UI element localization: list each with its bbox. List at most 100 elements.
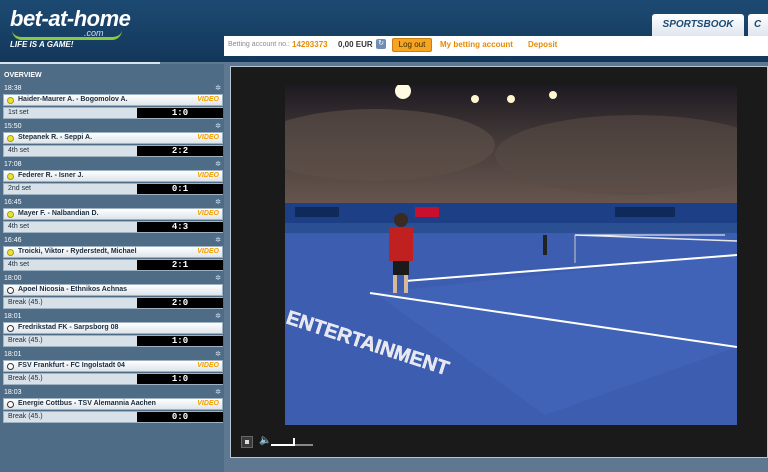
favorite-star-icon[interactable]: ✲ — [215, 388, 221, 397]
tennis-ball-icon — [7, 211, 14, 218]
favorite-star-icon[interactable]: ✲ — [215, 84, 221, 93]
match-score: 1:0 — [137, 374, 223, 384]
match-item[interactable]: 18:00 ✲ Apoel Nicosia - Ethnikos Achnas Bre… — [3, 274, 223, 311]
match-score: 2:0 — [137, 298, 223, 308]
match-name-row[interactable]: Mayer F. - Nalbandian D. VIDEO — [3, 208, 223, 220]
soccer-ball-icon — [7, 363, 14, 370]
my-betting-account-link[interactable]: My betting account — [440, 40, 513, 49]
match-status: 4th set — [8, 261, 30, 268]
live-video-stream[interactable]: ENTERTAINMENT — [285, 85, 737, 425]
favorite-star-icon[interactable]: ✲ — [215, 198, 221, 207]
match-name-row[interactable]: Federer R. - Isner J. VIDEO — [3, 170, 223, 182]
match-time: 18:00 — [4, 275, 22, 282]
stop-button[interactable] — [241, 436, 253, 448]
tennis-ball-icon — [7, 173, 14, 180]
match-name-row[interactable]: FSV Frankfurt - FC Ingolstadt 04 VIDEO — [3, 360, 223, 372]
match-name-row[interactable]: Troicki, Viktor - Ryderstedt, Michael VID… — [3, 246, 223, 258]
account-bar: Betting account no.: 14293373 0,00 EUR ↻… — [224, 36, 768, 56]
match-item[interactable]: 15:50 ✲ Stepanek R. - Seppi A. VIDEO 4th set… — [3, 122, 223, 159]
favorite-star-icon[interactable]: ✲ — [215, 274, 221, 283]
favorite-star-icon[interactable]: ✲ — [215, 122, 221, 131]
video-player: ENTERTAINMENT 🔈 — [230, 66, 768, 458]
match-status: Break (45.) — [8, 413, 43, 420]
match-item[interactable]: 18:03 ✲ Energie Cottbus - TSV Alemannia Aa… — [3, 388, 223, 425]
volume-slider[interactable] — [271, 435, 313, 447]
match-time: 16:46 — [4, 237, 22, 244]
match-name-row[interactable]: Haider-Maurer A. - Bogomolov A. VIDEO — [3, 94, 223, 106]
match-time: 18:03 — [4, 389, 22, 396]
match-info-row: 4th set 2:2 — [3, 145, 223, 157]
volume-icon[interactable]: 🔈 — [259, 435, 271, 447]
match-score: 0:0 — [137, 412, 223, 422]
match-name-row[interactable]: Fredrikstad FK - Sarpsborg 08 — [3, 322, 223, 334]
match-info-row: Break (45.) 1:0 — [3, 335, 223, 347]
favorite-star-icon[interactable]: ✲ — [215, 160, 221, 169]
tab-next[interactable]: C — [748, 14, 768, 36]
match-score: 4:3 — [137, 222, 223, 232]
account-balance: 0,00 EUR — [338, 40, 373, 49]
tab-sportsbook[interactable]: SPORTSBOOK — [652, 14, 744, 36]
match-name: Haider-Maurer A. - Bogomolov A. — [18, 96, 128, 103]
deposit-link[interactable]: Deposit — [528, 40, 557, 49]
player-controls: 🔈 — [235, 433, 765, 451]
refresh-balance-icon[interactable]: ↻ — [376, 39, 386, 49]
match-info-row: Break (45.) 0:0 — [3, 411, 223, 423]
match-name: Federer R. - Isner J. — [18, 172, 84, 179]
match-time: 18:01 — [4, 313, 22, 320]
match-status: 4th set — [8, 223, 30, 230]
tennis-broadcast-image: ENTERTAINMENT — [285, 85, 737, 425]
match-status: 1st set — [8, 109, 29, 116]
volume-fill — [271, 444, 295, 446]
match-info-row: 1st set 1:0 — [3, 107, 223, 119]
live-overview-panel: OVERVIEW 18:38 ✲ Haider-Maurer A. - Bogomo… — [0, 64, 224, 472]
favorite-star-icon[interactable]: ✲ — [215, 350, 221, 359]
match-item[interactable]: 16:46 ✲ Troicki, Viktor - Ryderstedt, Mich… — [3, 236, 223, 273]
match-score: 1:0 — [137, 108, 223, 118]
tennis-ball-icon — [7, 97, 14, 104]
match-score: 2:1 — [137, 260, 223, 270]
bet-at-home-logo[interactable]: bet-at-home .com — [10, 6, 131, 40]
match-item[interactable]: 18:38 ✲ Haider-Maurer A. - Bogomolov A. VID… — [3, 84, 223, 121]
match-status: 4th set — [8, 147, 30, 154]
favorite-star-icon[interactable]: ✲ — [215, 236, 221, 245]
account-number-label: Betting account no.: — [228, 41, 290, 48]
match-name-row[interactable]: Stepanek R. - Seppi A. VIDEO — [3, 132, 223, 144]
match-item[interactable]: 18:01 ✲ Fredrikstad FK - Sarpsborg 08 Break… — [3, 312, 223, 349]
match-name: Apoel Nicosia - Ethnikos Achnas — [18, 286, 128, 293]
slogan: LIFE IS A GAME! — [10, 40, 74, 49]
match-status: Break (45.) — [8, 375, 43, 382]
match-name: Stepanek R. - Seppi A. — [18, 134, 93, 141]
match-item[interactable]: 17:08 ✲ Federer R. - Isner J. VIDEO 2nd set 0… — [3, 160, 223, 197]
match-name-row[interactable]: Apoel Nicosia - Ethnikos Achnas — [3, 284, 223, 296]
match-info-row: 2nd set 0:1 — [3, 183, 223, 195]
match-time: 17:08 — [4, 161, 22, 168]
video-link[interactable]: VIDEO — [197, 210, 219, 217]
match-name-row[interactable]: Energie Cottbus - TSV Alemannia Aachen VI… — [3, 398, 223, 410]
match-name: Mayer F. - Nalbandian D. — [18, 210, 99, 217]
logout-button[interactable]: Log out — [392, 38, 432, 52]
video-link[interactable]: VIDEO — [197, 134, 219, 141]
video-link[interactable]: VIDEO — [197, 248, 219, 255]
video-link[interactable]: VIDEO — [197, 400, 219, 407]
match-time: 18:01 — [4, 351, 22, 358]
match-item[interactable]: 18:01 ✲ FSV Frankfurt - FC Ingolstadt 04 VI… — [3, 350, 223, 387]
match-score: 2:2 — [137, 146, 223, 156]
tennis-ball-icon — [7, 249, 14, 256]
match-status: Break (45.) — [8, 299, 43, 306]
video-link[interactable]: VIDEO — [197, 172, 219, 179]
match-name: Fredrikstad FK - Sarpsborg 08 — [18, 324, 119, 331]
match-info-row: Break (45.) 1:0 — [3, 373, 223, 385]
tennis-ball-icon — [7, 135, 14, 142]
video-link[interactable]: VIDEO — [197, 362, 219, 369]
soccer-ball-icon — [7, 287, 14, 294]
video-link[interactable]: VIDEO — [197, 96, 219, 103]
volume-thumb[interactable] — [293, 438, 296, 446]
match-score: 0:1 — [137, 184, 223, 194]
soccer-ball-icon — [7, 325, 14, 332]
favorite-star-icon[interactable]: ✲ — [215, 312, 221, 321]
logo-swoosh-icon — [12, 30, 122, 40]
match-time: 15:50 — [4, 123, 22, 130]
match-item[interactable]: 16:45 ✲ Mayer F. - Nalbandian D. VIDEO 4th s… — [3, 198, 223, 235]
logo-text: bet-at-home — [10, 6, 131, 31]
soccer-ball-icon — [7, 401, 14, 408]
